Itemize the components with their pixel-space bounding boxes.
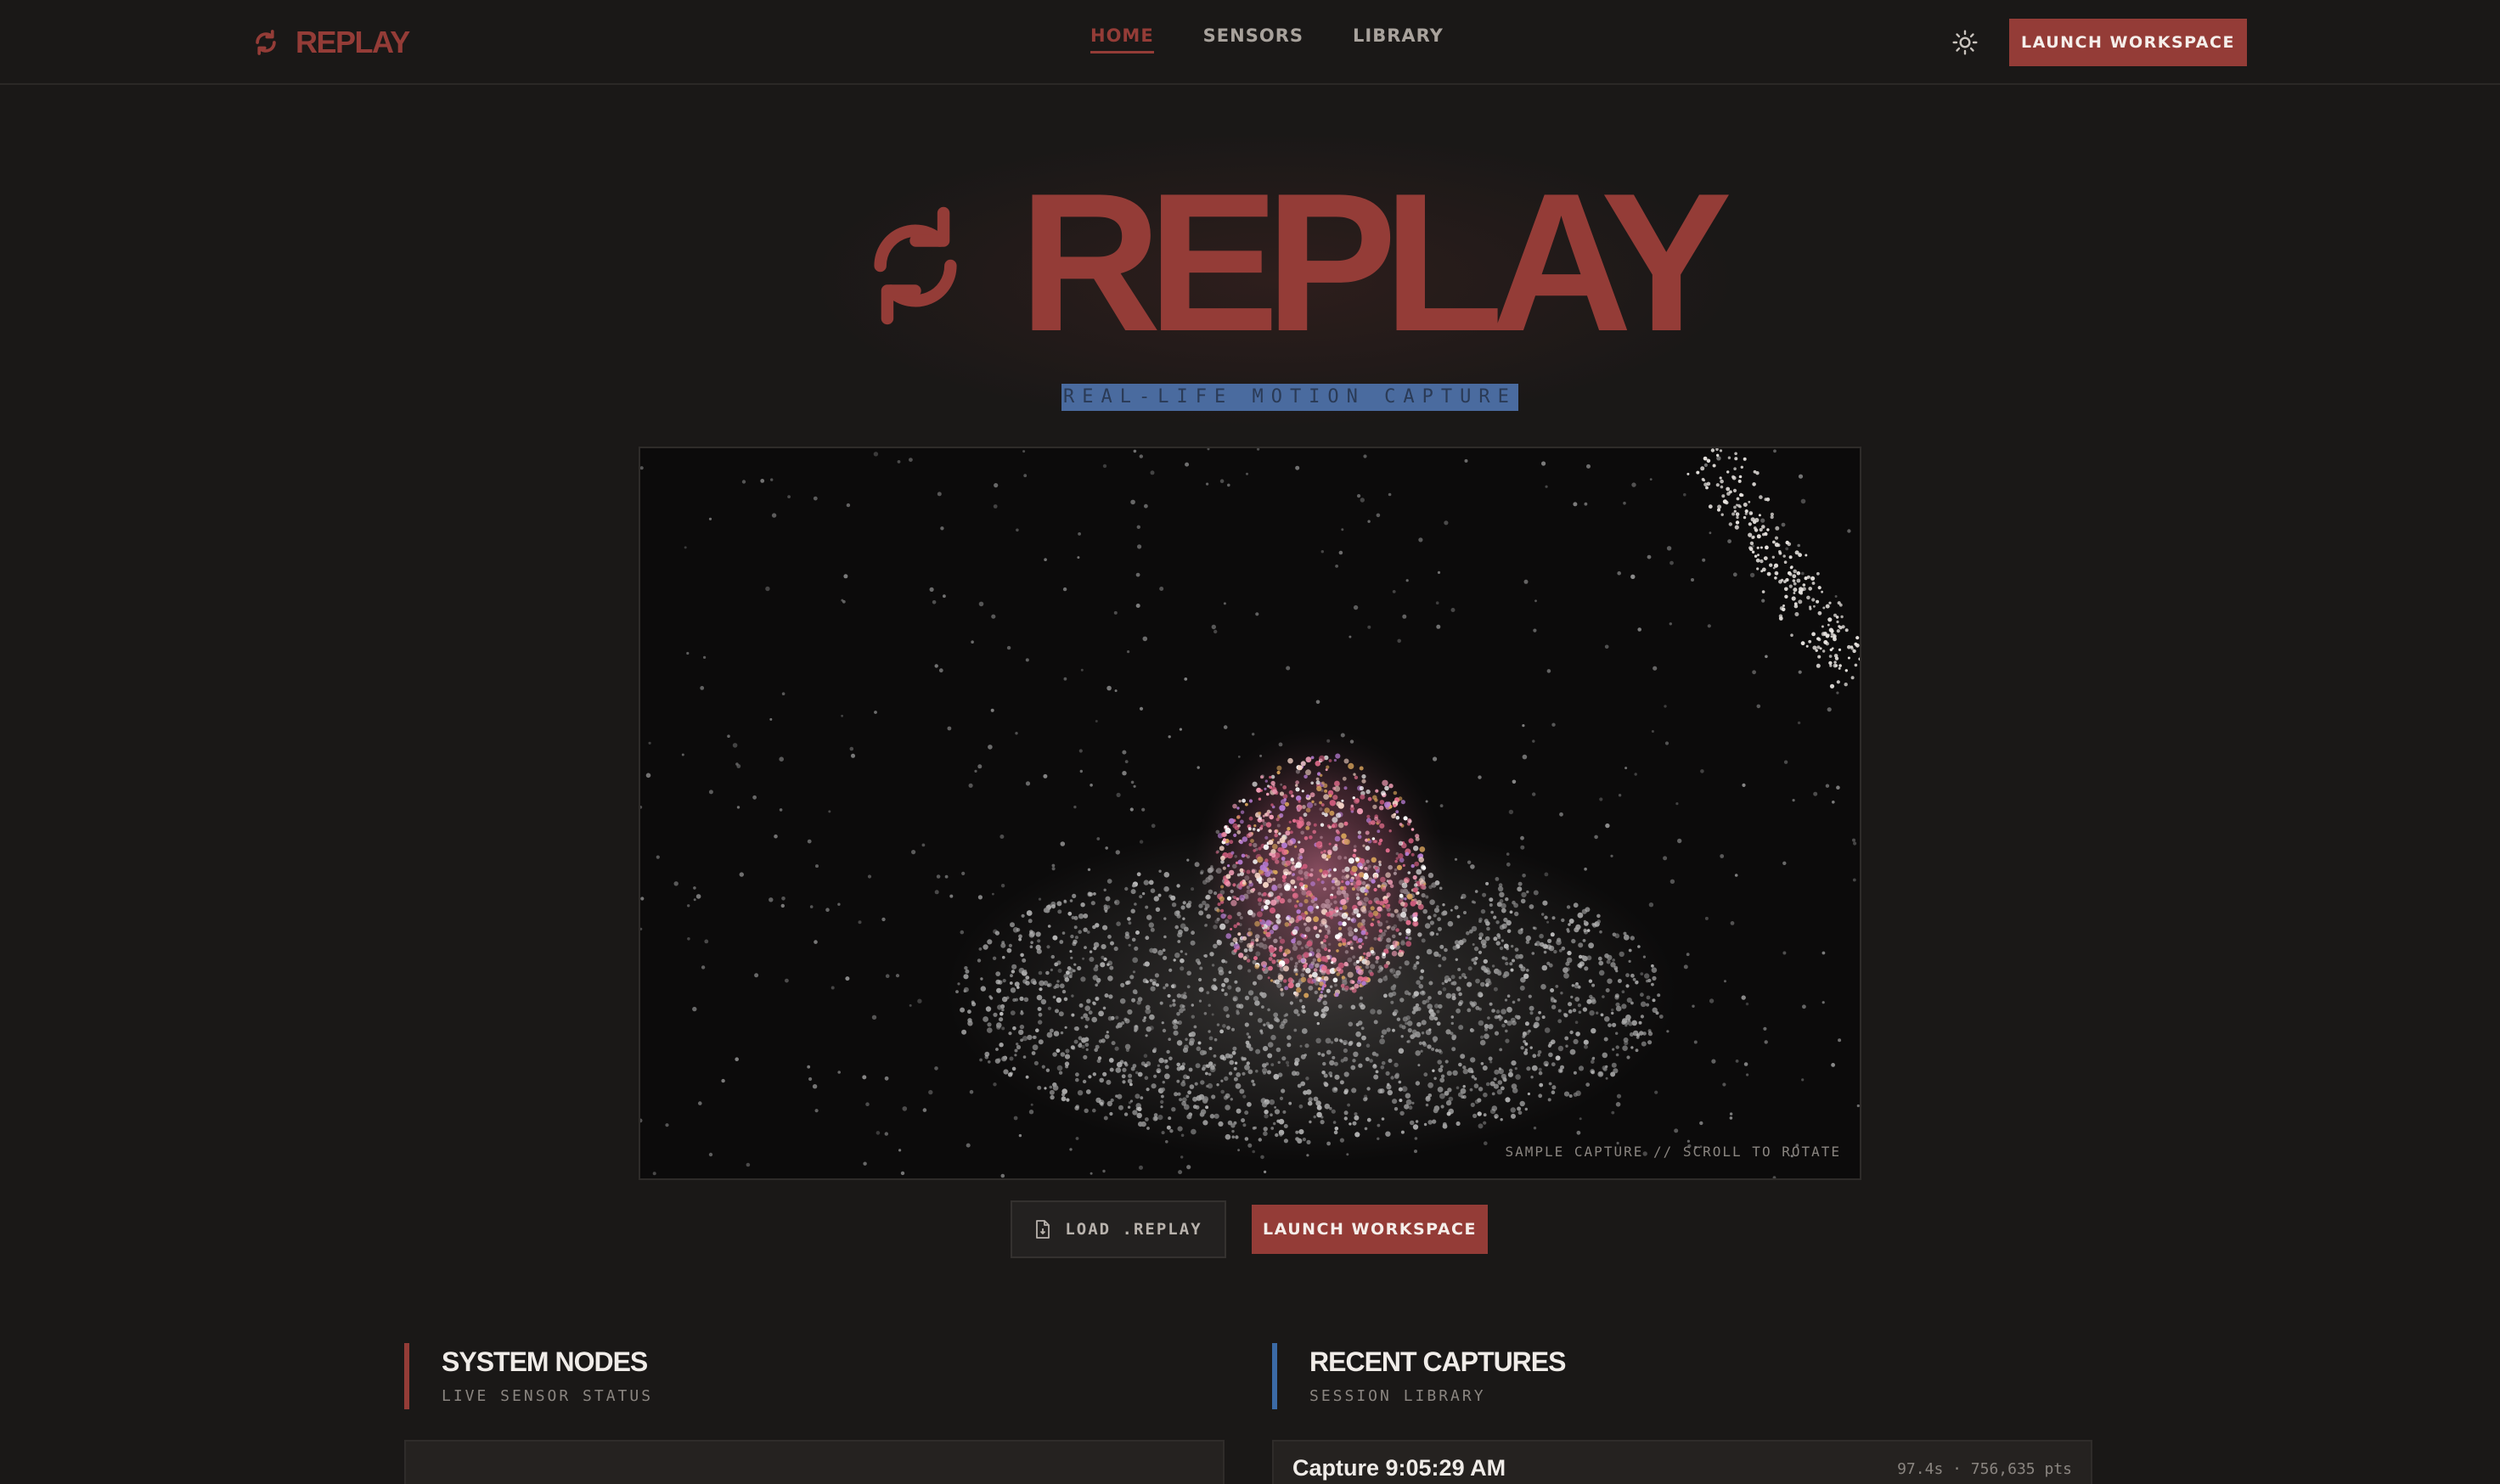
brand-logo[interactable]: REPLAY — [251, 20, 410, 65]
hero-actions: LOAD .REPLAY LAUNCH WORKSPACE — [1011, 1200, 1488, 1258]
capture-list-item[interactable]: Capture 9:05:29 AM 97.4s · 756,635 pts — [1272, 1440, 2092, 1484]
launch-workspace-button[interactable]: LAUNCH WORKSPACE — [1252, 1205, 1488, 1254]
point-cloud-viewer[interactable]: SAMPLE CAPTURE // SCROLL TO ROTATE — [639, 447, 1861, 1180]
file-icon — [1036, 1220, 1050, 1239]
load-replay-label: LOAD .REPLAY — [1065, 1220, 1202, 1239]
viewer-caption: SAMPLE CAPTURE // SCROLL TO ROTATE — [1505, 1144, 1841, 1160]
nav-link-home[interactable]: HOME — [1090, 25, 1154, 53]
load-replay-button[interactable]: LOAD .REPLAY — [1011, 1200, 1226, 1258]
nav-link-library[interactable]: LIBRARY — [1353, 25, 1444, 53]
refresh-icon — [874, 206, 957, 325]
nav-link-sensors[interactable]: SENSORS — [1203, 25, 1303, 53]
launch-workspace-button-nav[interactable]: LAUNCH WORKSPACE — [2009, 19, 2247, 66]
system-nodes-header: SYSTEM NODES LIVE SENSOR STATUS — [404, 1343, 653, 1409]
section-title: RECENT CAPTURES — [1309, 1346, 1566, 1377]
capture-meta: 97.4s · 756,635 pts — [1897, 1460, 2072, 1478]
point-cloud-canvas[interactable] — [640, 448, 1860, 1178]
sun-icon[interactable] — [1951, 29, 1979, 56]
top-nav: REPLAY HOME SENSORS LIBRARY LAUNCH WORKS… — [0, 0, 2500, 85]
refresh-icon — [256, 30, 276, 55]
hero-title: REPLAY — [1019, 153, 1732, 373]
recent-captures-header: RECENT CAPTURES SESSION LIBRARY — [1272, 1343, 1566, 1409]
capture-title: Capture 9:05:29 AM — [1292, 1455, 1506, 1481]
hero-tagline: REAL-LIFE MOTION CAPTURE — [1061, 384, 1518, 411]
section-subtitle: LIVE SENSOR STATUS — [442, 1387, 654, 1405]
main-nav: HOME SENSORS LIBRARY — [1090, 25, 1444, 53]
section-subtitle: SESSION LIBRARY — [1309, 1387, 1486, 1405]
system-nodes-panel — [404, 1440, 1225, 1484]
brand-name: REPLAY — [296, 25, 410, 59]
section-title: SYSTEM NODES — [442, 1346, 648, 1377]
